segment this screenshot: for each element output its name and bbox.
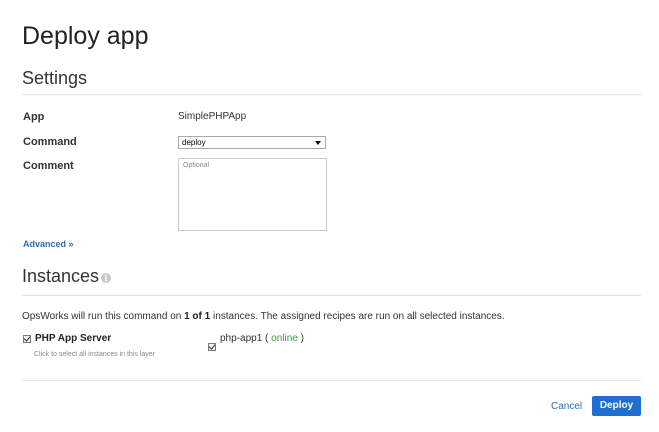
footer-divider	[22, 380, 641, 381]
layer-label[interactable]: PHP App Server	[35, 333, 111, 344]
app-value: SimplePHPApp	[178, 111, 247, 122]
page-title: Deploy app	[22, 22, 149, 50]
comment-field[interactable]: Optional	[178, 158, 327, 231]
comment-placeholder: Optional	[183, 162, 210, 169]
instances-divider	[22, 295, 641, 296]
command-select[interactable]: deploy	[178, 136, 326, 149]
deploy-button[interactable]: Deploy	[592, 396, 641, 416]
settings-section-title: Settings	[22, 68, 88, 88]
app-label: App	[23, 111, 45, 123]
settings-divider	[22, 94, 641, 95]
instance-paren-close: )	[297, 333, 304, 344]
layer-checkbox[interactable]	[23, 335, 31, 343]
desc-count: 1 of 1	[184, 311, 211, 322]
instance-checkbox[interactable]	[208, 343, 216, 351]
chevron-down-icon	[315, 141, 321, 145]
instance-paren-open: (	[262, 333, 272, 344]
desc-prefix: OpsWorks will run this command on	[22, 311, 185, 322]
desc-suffix: instances. The assigned recipes are run …	[210, 311, 505, 322]
instances-section-title: Instances	[22, 266, 100, 286]
instance-label[interactable]: php-app1 ( online )	[220, 333, 304, 344]
instances-description: OpsWorks will run this command on 1 of 1…	[22, 311, 505, 322]
info-icon[interactable]: i	[101, 273, 111, 283]
instance-name: php-app1	[220, 333, 263, 344]
command-label: Command	[23, 136, 77, 148]
advanced-link[interactable]: Advanced »	[23, 239, 74, 249]
comment-label: Comment	[23, 160, 74, 172]
instance-status: online	[271, 333, 298, 344]
command-select-value: deploy	[182, 138, 206, 147]
cancel-button[interactable]: Cancel	[551, 401, 582, 412]
layer-hint: Click to select all instances in this la…	[34, 351, 155, 358]
